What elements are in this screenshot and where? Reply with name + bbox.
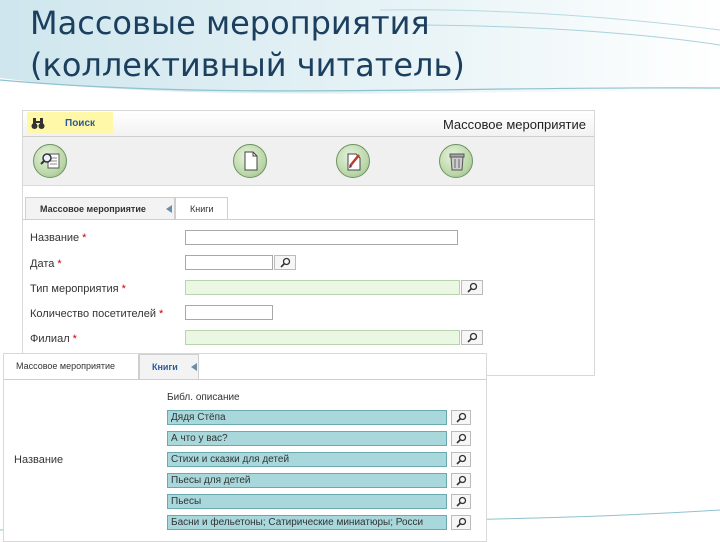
magnifier-icon bbox=[456, 517, 467, 528]
book-row[interactable]: Пьесы bbox=[167, 494, 447, 509]
visitors-label: Количество посетителей * bbox=[30, 308, 164, 320]
event-form-screenshot: Поиск Массовое мероприятие Массовое меро… bbox=[22, 110, 595, 376]
tab-label: Книги bbox=[152, 362, 178, 372]
book-row[interactable]: Пьесы для детей bbox=[167, 473, 447, 488]
date-picker-button[interactable] bbox=[274, 255, 296, 270]
book-picker-button[interactable] bbox=[451, 494, 471, 509]
tab-mass-event[interactable]: Массовое мероприятие bbox=[4, 354, 139, 379]
event-type-picker-button[interactable] bbox=[461, 280, 483, 295]
book-row[interactable]: Дядя Стёпа bbox=[167, 410, 447, 425]
date-label: Дата * bbox=[30, 258, 62, 270]
slide-title-line1: Массовые мероприятия bbox=[30, 4, 430, 42]
tab-label: Книги bbox=[190, 204, 214, 214]
tab-arrow-icon bbox=[191, 363, 197, 371]
magnifier-icon bbox=[280, 257, 291, 268]
form-tabs: Массовое мероприятие Книги bbox=[23, 197, 594, 220]
new-doc-icon bbox=[244, 151, 258, 171]
date-field[interactable] bbox=[185, 255, 273, 270]
tab-books[interactable]: Книги bbox=[175, 197, 228, 219]
magnifier-icon bbox=[467, 282, 478, 293]
branch-field[interactable] bbox=[185, 330, 460, 345]
edit-doc-icon bbox=[347, 153, 361, 171]
tab-books[interactable]: Книги bbox=[139, 354, 199, 379]
tab-arrow-icon bbox=[166, 205, 172, 213]
search-doc-icon bbox=[40, 153, 60, 169]
name-field[interactable] bbox=[185, 230, 458, 245]
magnifier-icon bbox=[467, 332, 478, 343]
toolbar bbox=[23, 137, 594, 186]
magnifier-icon bbox=[456, 412, 467, 423]
book-row[interactable]: Стихи и сказки для детей bbox=[167, 452, 447, 467]
edit-doc-button[interactable] bbox=[336, 144, 370, 178]
search-bar: Поиск Массовое мероприятие bbox=[23, 111, 594, 137]
book-picker-button[interactable] bbox=[451, 473, 471, 488]
name-label: Название * bbox=[30, 232, 87, 244]
search-tab[interactable]: Поиск bbox=[27, 112, 113, 134]
slide-title-line2: (коллективный читатель) bbox=[30, 46, 465, 84]
book-picker-button[interactable] bbox=[451, 410, 471, 425]
tab-label: Массовое мероприятие bbox=[16, 361, 116, 371]
search-doc-button[interactable] bbox=[33, 144, 67, 178]
book-picker-button[interactable] bbox=[451, 431, 471, 446]
bib-description-header: Библ. описание bbox=[167, 392, 240, 403]
magnifier-icon bbox=[456, 475, 467, 486]
tab-mass-event[interactable]: Массовое мероприятие bbox=[25, 197, 175, 219]
module-title: Массовое мероприятие bbox=[442, 117, 586, 132]
slide-title: Массовые мероприятия (коллективный читат… bbox=[30, 2, 465, 86]
book-picker-button[interactable] bbox=[451, 452, 471, 467]
book-picker-button[interactable] bbox=[451, 515, 471, 530]
magnifier-icon bbox=[456, 454, 467, 465]
books-form-tabs: Массовое мероприятие Книги bbox=[4, 354, 486, 380]
binoculars-icon bbox=[31, 118, 45, 129]
trash-icon bbox=[449, 153, 465, 171]
magnifier-icon bbox=[456, 496, 467, 507]
visitors-field[interactable] bbox=[185, 305, 273, 320]
branch-picker-button[interactable] bbox=[461, 330, 483, 345]
event-type-label: Тип мероприятия * bbox=[30, 283, 126, 295]
magnifier-icon bbox=[456, 433, 467, 444]
search-label: Поиск bbox=[65, 118, 96, 129]
new-doc-button[interactable] bbox=[233, 144, 267, 178]
book-row[interactable]: Басни и фельетоны; Сатирические миниатюр… bbox=[167, 515, 447, 530]
name-label: Название bbox=[14, 454, 64, 466]
tab-label: Массовое мероприятие bbox=[40, 204, 146, 214]
branch-label: Филиал * bbox=[30, 333, 77, 345]
event-type-field[interactable] bbox=[185, 280, 460, 295]
book-row[interactable]: А что у вас? bbox=[167, 431, 447, 446]
delete-button[interactable] bbox=[439, 144, 473, 178]
books-tab-screenshot: Массовое мероприятие Книги Название Библ… bbox=[3, 353, 487, 542]
